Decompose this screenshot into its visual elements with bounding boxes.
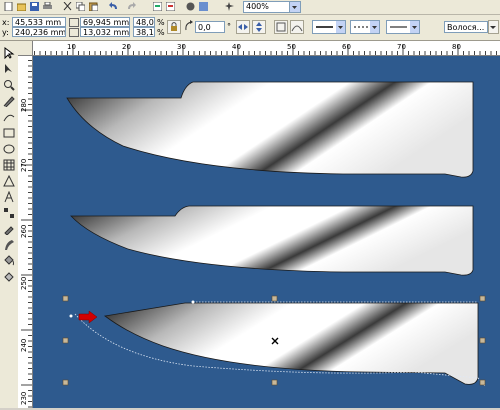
toolbox bbox=[0, 41, 19, 408]
node-tool-button[interactable] bbox=[274, 20, 288, 34]
ruler-label: 270 bbox=[20, 158, 28, 172]
app-launcher-icon[interactable] bbox=[185, 1, 196, 12]
height-icon bbox=[69, 28, 79, 37]
scale-unit-x: % bbox=[157, 18, 165, 27]
export-icon[interactable] bbox=[165, 1, 176, 12]
interactive-blend-tool-icon[interactable] bbox=[3, 207, 15, 219]
outline-tool-icon[interactable] bbox=[3, 239, 15, 251]
fill-tool-icon[interactable] bbox=[3, 255, 15, 267]
ruler-label: 230 bbox=[20, 391, 28, 405]
zoom-level-value: 400% bbox=[246, 2, 269, 11]
scale-unit-y: % bbox=[157, 28, 165, 37]
horizontal-ruler[interactable] bbox=[18, 41, 500, 56]
redo-icon[interactable] bbox=[126, 1, 137, 12]
ruler-label: 240 bbox=[20, 338, 28, 352]
mirror-horizontal-button[interactable] bbox=[236, 20, 250, 34]
width-icon bbox=[69, 18, 79, 27]
node-point[interactable] bbox=[191, 300, 195, 304]
convert-curve-button[interactable] bbox=[290, 20, 304, 34]
corel-online-icon[interactable] bbox=[198, 1, 209, 12]
ruler-ticks bbox=[18, 44, 497, 55]
ruler-label: 260 bbox=[20, 224, 28, 238]
drawing-canvas[interactable] bbox=[33, 56, 500, 408]
width-field[interactable]: 69,945 mm bbox=[80, 17, 130, 27]
node-point[interactable] bbox=[69, 314, 73, 318]
y-label: y: bbox=[2, 28, 9, 37]
zoom-level-select[interactable]: 400% bbox=[243, 1, 301, 13]
handle-bottom-right[interactable] bbox=[479, 379, 486, 386]
rotation-field[interactable]: 0,0 bbox=[195, 21, 225, 33]
text-tool-icon[interactable] bbox=[3, 190, 15, 203]
graph-paper-tool-icon[interactable] bbox=[3, 159, 15, 171]
chevron-down-icon[interactable] bbox=[410, 21, 419, 33]
ellipse-tool-icon[interactable] bbox=[3, 143, 15, 155]
eyedropper-tool-icon[interactable] bbox=[3, 223, 15, 236]
ruler-label: 40 bbox=[232, 43, 241, 51]
standard-toolbar: 400% bbox=[0, 0, 500, 15]
property-bar: x: 45,533 mm y: 240,236 mm 69,945 mm 13,… bbox=[0, 15, 500, 41]
ruler-label: 20 bbox=[122, 43, 131, 51]
scale-x-field[interactable]: 48,0 bbox=[133, 17, 155, 27]
ruler-label: 10 bbox=[67, 43, 76, 51]
x-label: x: bbox=[2, 18, 10, 27]
mirror-vertical-button[interactable] bbox=[252, 20, 266, 34]
zoom-dropdown-icon[interactable] bbox=[289, 2, 300, 12]
basic-shapes-tool-icon[interactable] bbox=[3, 174, 15, 187]
handle-bottom-left[interactable] bbox=[62, 379, 69, 386]
ruler-label: 250 bbox=[20, 276, 28, 290]
copy-icon[interactable] bbox=[75, 1, 86, 12]
ruler-label: 60 bbox=[342, 43, 351, 51]
knife-blade-1[interactable] bbox=[66, 81, 474, 178]
handle-top-center[interactable] bbox=[271, 295, 278, 302]
zoom-tool-icon[interactable] bbox=[3, 79, 15, 91]
handle-middle-left[interactable] bbox=[62, 337, 69, 344]
freehand-tool-icon[interactable] bbox=[3, 95, 15, 108]
knife-blade-3[interactable] bbox=[104, 302, 479, 385]
rotation-unit: ° bbox=[227, 22, 231, 31]
zoom-icon[interactable] bbox=[224, 1, 235, 12]
lock-ratio-button[interactable] bbox=[167, 20, 181, 34]
pick-tool-icon[interactable] bbox=[3, 47, 15, 60]
handle-bottom-center[interactable] bbox=[271, 379, 278, 386]
ruler-label: 50 bbox=[287, 43, 296, 51]
cut-icon[interactable] bbox=[62, 1, 73, 12]
rotation-icon bbox=[184, 20, 194, 32]
y-position-field[interactable]: 240,236 mm bbox=[12, 27, 66, 37]
chevron-down-icon[interactable] bbox=[488, 20, 499, 34]
shape-tool-icon[interactable] bbox=[3, 63, 15, 75]
chevron-down-icon[interactable] bbox=[336, 21, 345, 33]
rectangle-tool-icon[interactable] bbox=[3, 127, 15, 139]
ruler-label: 30 bbox=[177, 43, 186, 51]
new-icon[interactable] bbox=[3, 1, 14, 12]
save-icon[interactable] bbox=[29, 1, 40, 12]
line-start-select[interactable] bbox=[350, 20, 380, 34]
undo-icon[interactable] bbox=[108, 1, 119, 12]
smart-fill-tool-icon[interactable] bbox=[3, 111, 15, 123]
x-position-field[interactable]: 45,533 mm bbox=[12, 17, 66, 27]
ruler-label: 80 bbox=[452, 43, 461, 51]
handle-top-right[interactable] bbox=[479, 295, 486, 302]
ruler-label: 280 bbox=[20, 98, 28, 112]
scale-y-field[interactable]: 38,15 bbox=[133, 27, 155, 37]
open-icon[interactable] bbox=[16, 1, 27, 12]
interactive-fill-tool-icon[interactable] bbox=[3, 271, 15, 283]
paste-icon[interactable] bbox=[88, 1, 99, 12]
ruler-origin[interactable] bbox=[18, 41, 33, 56]
handle-middle-right[interactable] bbox=[479, 337, 486, 344]
height-field[interactable]: 13,032 mm bbox=[80, 27, 130, 37]
knife-blade-2[interactable] bbox=[70, 205, 474, 276]
drawing bbox=[62, 81, 486, 387]
print-icon[interactable] bbox=[42, 1, 53, 12]
chevron-down-icon[interactable] bbox=[370, 21, 379, 33]
line-end-select[interactable] bbox=[386, 20, 420, 34]
import-icon[interactable] bbox=[152, 1, 163, 12]
outline-style-field[interactable]: Волося... bbox=[444, 21, 488, 33]
line-width-select[interactable] bbox=[312, 20, 346, 34]
handle-top-left[interactable] bbox=[62, 295, 69, 302]
ruler-label: 70 bbox=[397, 43, 406, 51]
